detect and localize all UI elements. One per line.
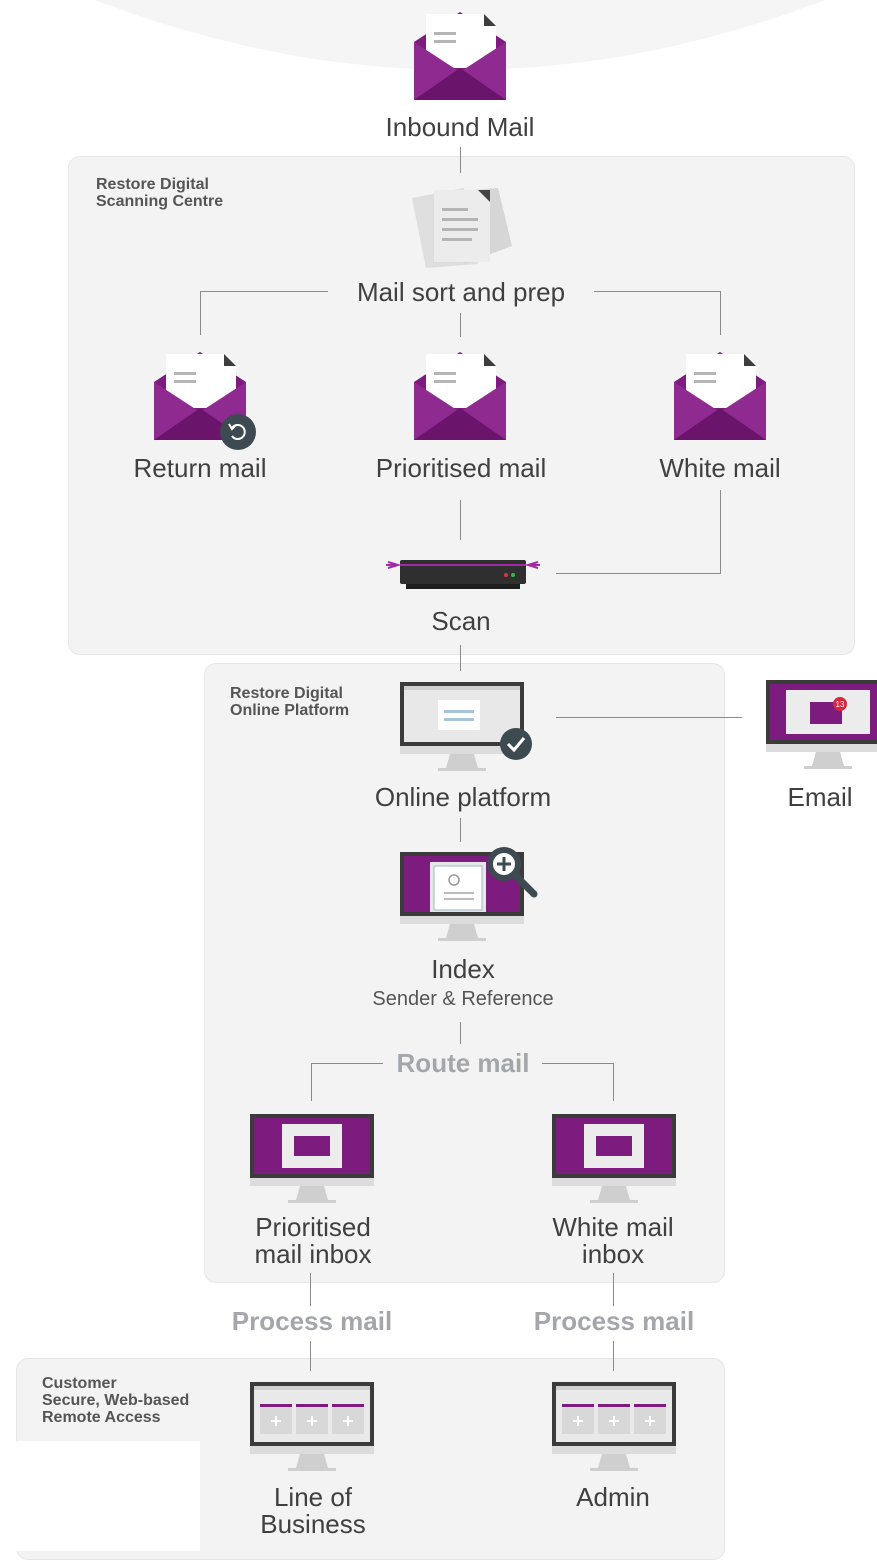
connector xyxy=(310,1273,311,1307)
scanning-centre-title: Restore Digital Scanning Centre xyxy=(96,176,224,210)
connector xyxy=(594,291,720,292)
customer-title: Customer Secure, Web-based Remote Access xyxy=(42,1375,190,1426)
online-platform-title: Restore Digital Online Platform xyxy=(230,685,350,719)
connector xyxy=(613,1273,614,1307)
connector xyxy=(200,291,201,335)
return-mail-label: Return mail xyxy=(133,453,267,483)
prioritised-envelope-icon xyxy=(414,352,506,440)
inbound-mail-label: Inbound Mail xyxy=(385,112,535,142)
index-sublabel: Sender & Reference xyxy=(372,988,554,1010)
admin-label: Admin xyxy=(576,1482,650,1512)
scanner-icon xyxy=(386,560,540,589)
connector xyxy=(200,291,328,292)
route-mail-label: Route mail xyxy=(384,1048,542,1079)
prioritised-inbox-monitor-icon xyxy=(250,1114,374,1203)
online-platform-label: Online platform xyxy=(374,782,552,812)
email-label: Email xyxy=(787,782,853,812)
connector xyxy=(556,717,742,718)
white-inbox-monitor-icon xyxy=(552,1114,676,1203)
connector xyxy=(460,500,461,540)
connector xyxy=(613,1063,614,1101)
connector xyxy=(720,291,721,335)
white-inbox-label: White mail inbox xyxy=(552,1212,674,1269)
scan-label: Scan xyxy=(431,606,491,636)
process-mail-right-label: Process mail xyxy=(526,1306,702,1337)
online-platform-monitor-icon xyxy=(400,682,532,771)
connector xyxy=(556,573,721,574)
return-envelope-icon xyxy=(154,352,256,450)
documents-icon xyxy=(412,188,512,268)
customer-panel-notch xyxy=(14,1441,200,1551)
connector xyxy=(460,818,461,842)
mail-sort-label: Mail sort and prep xyxy=(330,279,592,306)
connector xyxy=(311,1063,312,1101)
line-of-business-label: Line of Business xyxy=(260,1482,366,1539)
prioritised-inbox-label: Prioritised mail inbox xyxy=(254,1212,372,1269)
white-mail-label: White mail xyxy=(659,453,781,483)
inbound-envelope-icon xyxy=(414,12,506,100)
index-monitor-icon xyxy=(400,847,538,941)
process-mail-left-label: Process mail xyxy=(224,1306,400,1337)
admin-monitor-icon xyxy=(552,1382,676,1471)
connector xyxy=(613,1341,614,1371)
prioritised-mail-label: Prioritised mail xyxy=(375,453,547,483)
connector xyxy=(460,645,461,671)
connector xyxy=(460,147,461,173)
index-label: Index xyxy=(431,954,495,984)
connector xyxy=(310,1341,311,1371)
white-mail-envelope-icon xyxy=(674,352,766,440)
email-badge: 13 xyxy=(836,700,845,709)
email-monitor-icon: 13 xyxy=(766,680,877,769)
connector xyxy=(460,313,461,337)
connector xyxy=(311,1063,383,1064)
line-of-business-monitor-icon xyxy=(250,1382,374,1471)
connector xyxy=(460,1022,461,1044)
connector xyxy=(542,1063,614,1064)
connector xyxy=(720,490,721,574)
